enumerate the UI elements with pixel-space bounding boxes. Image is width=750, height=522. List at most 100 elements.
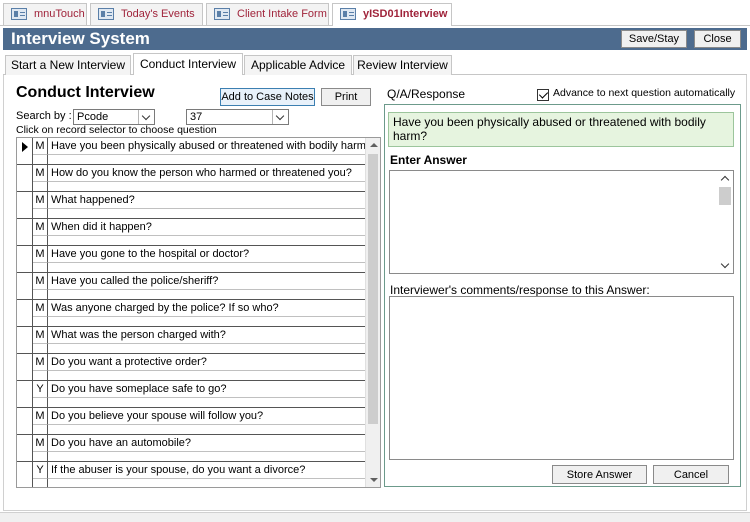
question-row[interactable]: M When did it happen? xyxy=(17,219,366,246)
record-selector[interactable] xyxy=(17,165,33,192)
print-button[interactable]: Print xyxy=(321,88,371,106)
question-row[interactable]: M What was the person charged with? xyxy=(17,327,366,354)
scroll-down-icon[interactable] xyxy=(366,473,380,487)
record-selector[interactable] xyxy=(17,408,33,435)
question-text[interactable]: Have you been physically abused or threa… xyxy=(49,138,366,154)
record-selector[interactable] xyxy=(17,273,33,300)
store-answer-button[interactable]: Store Answer xyxy=(552,465,647,484)
record-selector[interactable] xyxy=(17,462,33,487)
question-row[interactable]: M Have you been physically abused or thr… xyxy=(17,138,366,165)
record-selector[interactable] xyxy=(17,354,33,381)
enter-answer-label: Enter Answer xyxy=(390,153,467,167)
doc-tab-client-intake[interactable]: Client Intake Form xyxy=(206,3,329,25)
doc-tab-todays-events[interactable]: Today's Events xyxy=(90,3,203,25)
question-row[interactable]: M Have you gone to the hospital or docto… xyxy=(17,246,366,273)
form-tab-bar: Start a New Interview Conduct Interview … xyxy=(3,53,747,75)
answer-input[interactable] xyxy=(389,170,734,274)
question-row[interactable]: Y If the abuser is your spouse, do you w… xyxy=(17,462,366,487)
question-text[interactable]: Do you have an automobile? xyxy=(49,435,366,451)
question-row[interactable]: M Was anyone charged by the police? If s… xyxy=(17,300,366,327)
doc-tab-label: Client Intake Form xyxy=(237,8,327,20)
question-flag: Y xyxy=(33,381,48,397)
record-selector[interactable] xyxy=(17,246,33,273)
question-text[interactable]: Do you believe your spouse will follow y… xyxy=(49,408,366,424)
question-text[interactable]: Have you gone to the hospital or doctor? xyxy=(49,246,366,262)
comments-input[interactable] xyxy=(389,296,734,460)
search-value-combo[interactable]: 37 xyxy=(186,109,289,125)
row-subcell xyxy=(48,208,366,219)
comments-label: Interviewer's comments/response to this … xyxy=(390,283,650,297)
flag-cell xyxy=(33,154,48,165)
section-title: Conduct Interview xyxy=(16,84,155,101)
doc-tab-mnutouch[interactable]: mnuTouch xyxy=(3,3,87,25)
record-selector[interactable] xyxy=(17,435,33,462)
scroll-up-icon[interactable] xyxy=(717,171,733,185)
chevron-down-icon[interactable] xyxy=(272,110,288,124)
add-to-case-notes-button[interactable]: Add to Case Notes xyxy=(220,88,315,106)
row-subcell xyxy=(48,343,366,354)
form-icon xyxy=(214,8,230,20)
doc-tab-label: yISD01Interview xyxy=(363,8,448,20)
question-flag: M xyxy=(33,246,48,262)
doc-tab-yisd01interview[interactable]: yISD01Interview xyxy=(332,3,452,26)
chevron-down-icon[interactable] xyxy=(138,110,154,124)
close-button[interactable]: Close xyxy=(694,30,741,48)
question-text[interactable]: When did it happen? xyxy=(49,219,366,235)
form-icon xyxy=(11,8,27,20)
scroll-up-icon[interactable] xyxy=(366,138,380,152)
flag-cell xyxy=(33,262,48,273)
status-bar xyxy=(0,512,750,522)
question-row[interactable]: M Do you want a protective order? xyxy=(17,354,366,381)
app-title: Interview System xyxy=(11,29,150,48)
tab-conduct-interview[interactable]: Conduct Interview xyxy=(133,53,243,75)
answer-scrollbar[interactable] xyxy=(717,171,733,273)
flag-cell xyxy=(33,289,48,300)
doc-tab-label: mnuTouch xyxy=(34,8,85,20)
tab-start-new-interview[interactable]: Start a New Interview xyxy=(5,55,131,75)
record-selector[interactable] xyxy=(17,138,33,165)
question-flag: M xyxy=(33,192,48,208)
question-row[interactable]: Y Do you have someplace safe to go? xyxy=(17,381,366,408)
question-row[interactable]: M How do you know the person who harmed … xyxy=(17,165,366,192)
question-text[interactable]: What was the person charged with? xyxy=(49,327,366,343)
question-flag: M xyxy=(33,273,48,289)
scroll-down-icon[interactable] xyxy=(717,259,733,273)
row-subcell xyxy=(48,235,366,246)
record-selector[interactable] xyxy=(17,381,33,408)
question-text[interactable]: Do you have someplace safe to go? xyxy=(49,381,366,397)
record-selector[interactable] xyxy=(17,300,33,327)
search-field-value: Pcode xyxy=(77,111,109,123)
question-row[interactable]: M Do you have an automobile? xyxy=(17,435,366,462)
question-text[interactable]: What happened? xyxy=(49,192,366,208)
question-list: M Have you been physically abused or thr… xyxy=(16,137,381,488)
record-selector[interactable] xyxy=(17,327,33,354)
question-flag: M xyxy=(33,138,48,154)
question-text[interactable]: Was anyone charged by the police? If so … xyxy=(49,300,366,316)
advance-label: Advance to next question automatically xyxy=(553,87,736,99)
question-text[interactable]: Do you want a protective order? xyxy=(49,354,366,370)
record-selector[interactable] xyxy=(17,219,33,246)
question-list-scrollbar[interactable] xyxy=(365,138,380,487)
row-subcell xyxy=(48,451,366,462)
row-subcell xyxy=(48,154,366,165)
save-stay-button[interactable]: Save/Stay xyxy=(621,30,687,48)
question-text[interactable]: If the abuser is your spouse, do you wan… xyxy=(49,462,366,478)
question-row[interactable]: M What happened? xyxy=(17,192,366,219)
qa-response-label: Q/A/Response xyxy=(387,87,466,101)
advance-checkbox[interactable] xyxy=(537,89,549,101)
record-selector[interactable] xyxy=(17,192,33,219)
question-flag: M xyxy=(33,300,48,316)
tab-review-interview[interactable]: Review Interview xyxy=(353,55,452,75)
record-selector-instruction: Click on record selector to choose quest… xyxy=(16,124,217,136)
question-row[interactable]: M Do you believe your spouse will follow… xyxy=(17,408,366,435)
question-row[interactable]: M Have you called the police/sheriff? xyxy=(17,273,366,300)
tab-applicable-advice[interactable]: Applicable Advice xyxy=(244,55,352,75)
question-text[interactable]: Have you called the police/sheriff? xyxy=(49,273,366,289)
search-field-combo[interactable]: Pcode xyxy=(73,109,155,125)
cancel-button[interactable]: Cancel xyxy=(653,465,729,484)
question-flag: M xyxy=(33,165,48,181)
row-subcell xyxy=(48,289,366,300)
scroll-thumb[interactable] xyxy=(719,187,731,205)
scroll-thumb[interactable] xyxy=(368,154,378,424)
question-text[interactable]: How do you know the person who harmed or… xyxy=(49,165,366,181)
